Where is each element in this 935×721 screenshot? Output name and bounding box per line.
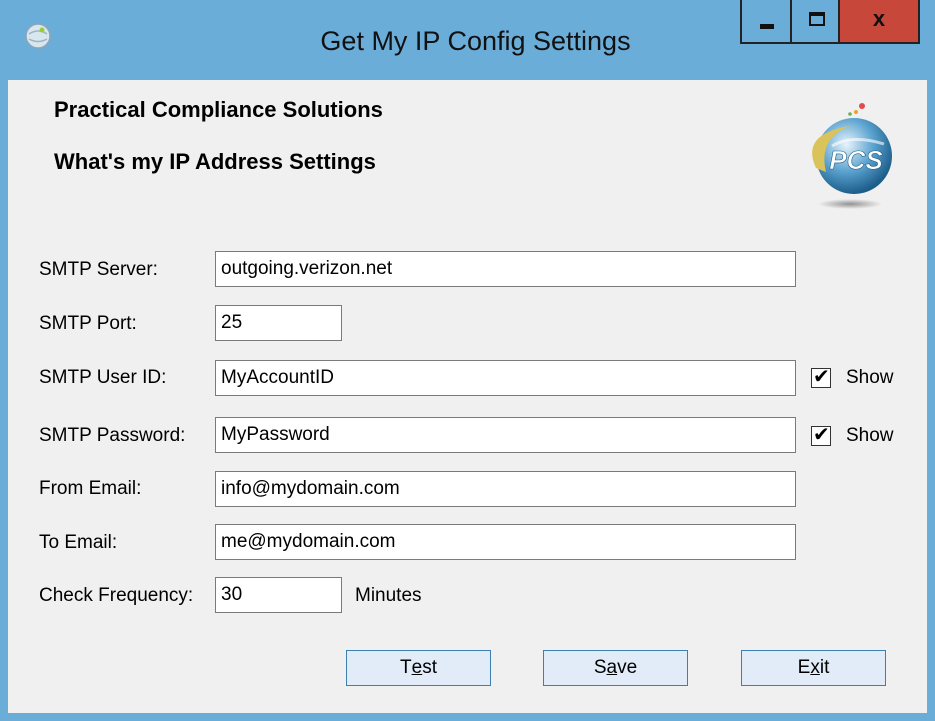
save-button[interactable]: Sa ve — [543, 650, 688, 686]
show-user-label[interactable]: Show — [846, 367, 894, 389]
checkmark-icon: ✔ — [813, 424, 830, 446]
close-icon: x — [872, 6, 886, 31]
smtp-server-input[interactable] — [215, 251, 796, 287]
client-area: Practical Compliance Solutions What's my… — [8, 80, 927, 713]
smtp-user-input[interactable] — [215, 360, 796, 396]
minimize-icon — [760, 24, 774, 29]
minutes-label: Minutes — [355, 585, 422, 606]
title-bar[interactable]: Get My IP Config Settings x — [0, 0, 935, 80]
exit-button[interactable]: Ex it — [741, 650, 886, 686]
check-frequency-input[interactable] — [215, 577, 342, 613]
from-email-label: From Email: — [39, 478, 142, 499]
smtp-server-label: SMTP Server: — [39, 259, 158, 280]
pcs-logo: PCS — [812, 103, 892, 209]
from-email-input[interactable] — [215, 471, 796, 507]
smtp-port-label: SMTP Port: — [39, 313, 137, 334]
smtp-port-input[interactable] — [215, 305, 342, 341]
minimize-button[interactable] — [740, 0, 790, 44]
to-email-label: To Email: — [39, 532, 118, 553]
to-email-input[interactable] — [215, 524, 796, 560]
app-window: Get My IP Config Settings x Practical Co… — [0, 0, 935, 721]
subtitle-heading: What's my IP Address Settings — [54, 149, 376, 174]
checkmark-icon: ✔ — [813, 366, 830, 388]
close-button[interactable]: x — [840, 0, 920, 44]
show-password-checkbox[interactable]: ✔ — [811, 424, 831, 446]
svg-text:PCS: PCS — [829, 145, 883, 175]
maximize-icon — [809, 12, 825, 26]
company-heading: Practical Compliance Solutions — [54, 97, 383, 122]
show-user-checkbox[interactable]: ✔ — [811, 366, 831, 388]
show-password-label[interactable]: Show — [846, 425, 894, 447]
maximize-button[interactable] — [790, 0, 840, 44]
smtp-user-label: SMTP User ID: — [39, 367, 167, 388]
check-frequency-label: Check Frequency: — [39, 585, 194, 606]
smtp-password-label: SMTP Password: — [39, 425, 186, 446]
test-button[interactable]: Te st — [346, 650, 491, 686]
smtp-password-input[interactable] — [215, 417, 796, 453]
